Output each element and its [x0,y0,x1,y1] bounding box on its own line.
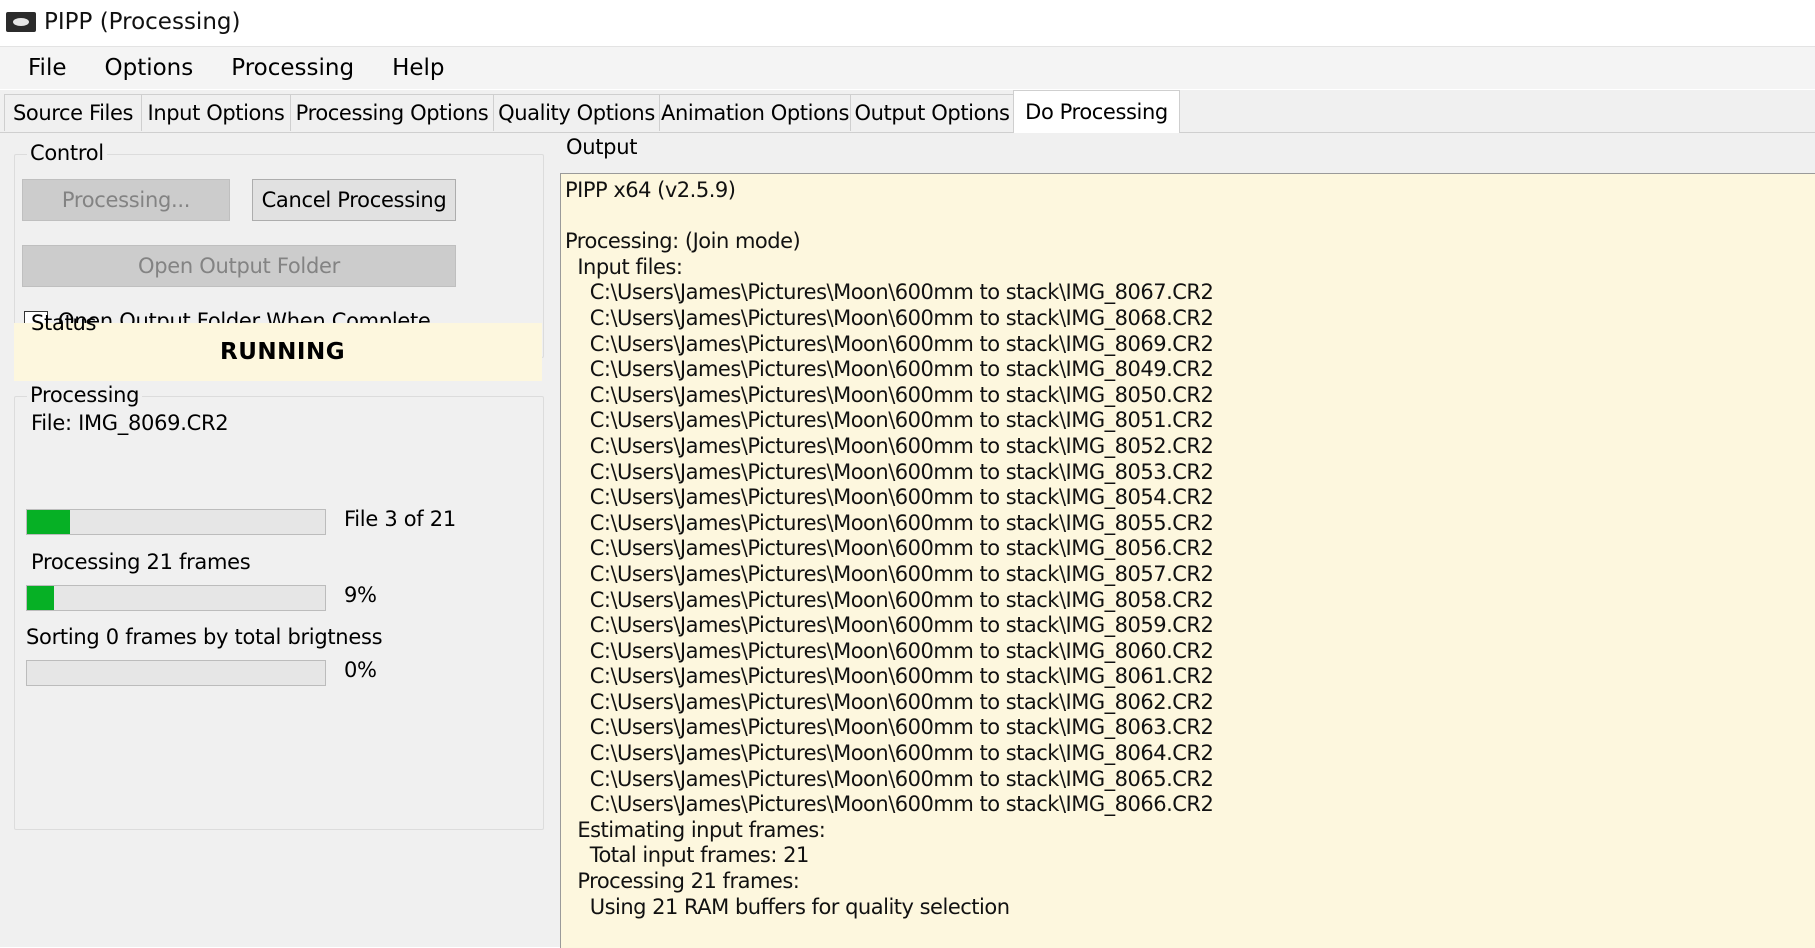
output-log-line: C:\Users\James\Pictures\Moon\600mm to st… [565,408,1214,433]
menu-processing[interactable]: Processing [212,55,373,81]
sort-label: Sorting 0 frames by total brigtness [26,625,383,649]
tab-input-options[interactable]: Input Options [141,94,291,131]
output-log-line: C:\Users\James\Pictures\Moon\600mm to st… [565,510,1214,535]
output-log[interactable]: PIPP x64 (v2.5.9) Processing: (Join mode)… [560,173,1815,948]
do-processing-panel: Control Processing... Cancel Processing … [0,133,1815,948]
output-log-line: PIPP x64 (v2.5.9) [565,178,736,202]
frames-label: Processing 21 frames [31,550,251,574]
app-icon [6,12,36,32]
output-log-line: C:\Users\James\Pictures\Moon\600mm to st… [565,280,1214,305]
tab-quality-options[interactable]: Quality Options [493,94,660,131]
output-log-line: C:\Users\James\Pictures\Moon\600mm to st… [565,587,1214,612]
tab-output-options[interactable]: Output Options [850,94,1014,131]
tab-source-files[interactable]: Source Files [4,94,142,131]
frames-progress-text: 9% [344,583,377,607]
output-log-line: C:\Users\James\Pictures\Moon\600mm to st… [565,485,1214,510]
output-log-line: C:\Users\James\Pictures\Moon\600mm to st… [565,638,1214,663]
tab-animation-options[interactable]: Animation Options [659,94,851,131]
window-title: PIPP (Processing) [44,9,241,35]
output-log-line: C:\Users\James\Pictures\Moon\600mm to st… [565,459,1214,484]
menu-bar: File Options Processing Help [0,46,1815,89]
status-value: RUNNING [220,339,346,365]
output-log-line: C:\Users\James\Pictures\Moon\600mm to st… [565,741,1214,766]
output-log-line: C:\Users\James\Pictures\Moon\600mm to st… [565,689,1214,714]
output-log-line: Processing 21 frames: [565,869,800,894]
output-log-line: Using 21 RAM buffers for quality selecti… [565,894,1010,919]
output-log-line: Total input frames: 21 [565,843,810,868]
output-log-line: Input files: [565,254,683,279]
cancel-processing-button[interactable]: Cancel Processing [252,179,456,221]
file-progress-bar [26,509,326,535]
tab-processing-options[interactable]: Processing Options [290,94,494,131]
menu-options[interactable]: Options [86,55,213,81]
output-log-line: C:\Users\James\Pictures\Moon\600mm to st… [565,613,1214,638]
output-log-line [565,204,1213,230]
output-log-line: C:\Users\James\Pictures\Moon\600mm to st… [565,792,1214,817]
output-log-line: C:\Users\James\Pictures\Moon\600mm to st… [565,664,1214,689]
file-label: File: IMG_8069.CR2 [31,411,229,435]
title-bar: PIPP (Processing) [0,0,1815,44]
output-log-line: Processing: (Join mode) [565,229,801,254]
output-log-line: C:\Users\James\Pictures\Moon\600mm to st… [565,561,1214,586]
frames-progress-fill [27,586,54,610]
sort-progress-text: 0% [344,658,377,682]
menu-file[interactable]: File [0,55,86,81]
output-log-line: C:\Users\James\Pictures\Moon\600mm to st… [565,305,1214,330]
frames-progress-bar [26,585,326,611]
output-group-title: Output [566,135,638,159]
processing-group: Processing [14,383,544,830]
output-log-line: C:\Users\James\Pictures\Moon\600mm to st… [565,331,1214,356]
status-group-title: Status [31,311,97,335]
control-group-title: Control [27,141,107,165]
sort-progress-bar [26,660,326,686]
file-progress-text: File 3 of 21 [344,507,456,531]
processing-group-title: Processing [27,383,143,407]
tab-do-processing[interactable]: Do Processing [1013,90,1180,133]
open-output-folder-button[interactable]: Open Output Folder [22,245,456,287]
output-log-line: C:\Users\James\Pictures\Moon\600mm to st… [565,766,1214,791]
output-log-line: C:\Users\James\Pictures\Moon\600mm to st… [565,433,1214,458]
processing-button[interactable]: Processing... [22,179,230,221]
output-log-line: C:\Users\James\Pictures\Moon\600mm to st… [565,715,1214,740]
file-progress-fill [27,510,70,534]
output-log-lines: PIPP x64 (v2.5.9) Processing: (Join mode)… [565,178,1214,920]
tab-strip: Source Files Input Options Processing Op… [0,90,1815,133]
output-log-line: C:\Users\James\Pictures\Moon\600mm to st… [565,536,1214,561]
output-log-line: Estimating input frames: [565,817,826,842]
output-log-line: C:\Users\James\Pictures\Moon\600mm to st… [565,382,1214,407]
menu-help[interactable]: Help [373,55,463,81]
output-log-line: C:\Users\James\Pictures\Moon\600mm to st… [565,357,1214,382]
